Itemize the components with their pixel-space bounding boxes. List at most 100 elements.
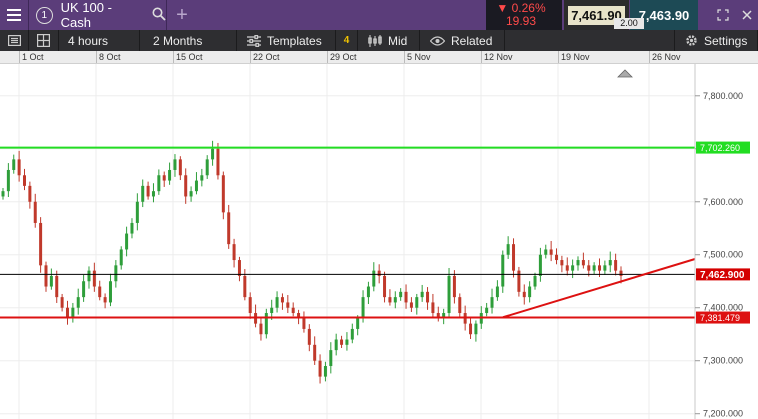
candle-body (318, 360, 322, 377)
candle-body (135, 201, 139, 223)
support-price-label: 7,381.479 (700, 313, 740, 323)
candle-body (393, 297, 397, 303)
candle-body (383, 275, 387, 298)
range-dropdown[interactable]: 2 Months (140, 30, 237, 51)
candle-body (377, 270, 381, 276)
candle-body (587, 265, 591, 271)
search-icon[interactable] (152, 7, 166, 24)
settings-button[interactable]: Settings (674, 30, 758, 51)
candle-body (501, 254, 505, 287)
sliders-icon (247, 34, 261, 47)
candle-body (130, 222, 134, 234)
price-type-label: Mid (388, 33, 408, 48)
current-price-label: 7,462.900 (700, 270, 745, 281)
candle-body (248, 297, 252, 314)
candle-body (178, 159, 182, 176)
candle-body (614, 260, 618, 271)
candle-body (592, 265, 596, 271)
candle-body (119, 249, 123, 266)
candle-body (39, 222, 43, 266)
candle-body (82, 281, 86, 298)
candle-body (12, 159, 16, 170)
related-button[interactable]: Related (420, 30, 505, 51)
plus-icon: + (176, 3, 188, 26)
date-label: 15 Oct (176, 52, 203, 62)
list-icon (7, 35, 21, 46)
candle-body (205, 159, 209, 176)
candle-body (388, 297, 392, 303)
price-chart[interactable]: 7,800.0007,700.0007,600.0007,500.0007,40… (0, 64, 758, 419)
spread-value: 2.00 (614, 18, 644, 29)
y-tick-label: 7,500.000 (703, 250, 743, 260)
candle-body (361, 297, 365, 319)
candle-body (270, 307, 274, 314)
candle-body (6, 169, 10, 192)
price-axis (695, 64, 758, 419)
candle-body (87, 270, 91, 282)
candle-body (426, 291, 430, 303)
y-tick-label: 7,800.000 (703, 91, 743, 101)
candle-body (184, 175, 188, 197)
candle-body (485, 307, 489, 314)
candle-body (232, 244, 236, 261)
eye-icon (430, 35, 445, 46)
layout-button[interactable] (29, 30, 59, 51)
templates-button[interactable]: Templates (237, 30, 336, 51)
expand-button[interactable] (712, 0, 734, 30)
candle-body (512, 244, 516, 271)
date-axis: 1 Oct 8 Oct 15 Oct 22 Oct 29 Oct 5 Nov 1… (0, 51, 758, 64)
candle-body (28, 185, 32, 202)
y-tick-label: 7,600.000 (703, 197, 743, 207)
candle-body (151, 191, 155, 197)
candle-body (452, 275, 456, 298)
candle-body (125, 233, 129, 250)
candle-body (372, 270, 376, 287)
tab-number-badge: 1 (36, 6, 53, 24)
candle-body (189, 191, 193, 197)
candle-body (528, 286, 532, 298)
candle-body (280, 297, 284, 303)
templates-label: Templates (267, 33, 322, 48)
candle-body (259, 323, 263, 335)
date-label: 1 Oct (22, 52, 44, 62)
candle-body (571, 265, 575, 271)
candle-body (603, 265, 607, 271)
date-label: 26 Nov (652, 52, 681, 62)
candle-body (33, 201, 37, 223)
candle-body (495, 286, 499, 298)
close-button[interactable] (736, 0, 758, 30)
instrument-tab[interactable]: 1 UK 100 - Cash (29, 0, 167, 30)
candle-body (313, 344, 317, 361)
y-tick-label: 7,400.000 (703, 303, 743, 313)
list-view-button[interactable] (0, 30, 29, 51)
candlestick-icon (368, 34, 382, 47)
candle-body (157, 175, 161, 192)
candle-body (221, 175, 225, 213)
candle-body (162, 175, 166, 181)
add-tab-button[interactable]: + (168, 0, 196, 30)
price-type-dropdown[interactable]: Mid (358, 30, 420, 51)
candle-body (447, 275, 451, 314)
date-label: 12 Nov (484, 52, 513, 62)
candle-body (146, 185, 150, 197)
candle-body (98, 286, 102, 298)
range-label: 2 Months (153, 33, 203, 48)
candle-body (307, 328, 311, 345)
candle-body (560, 260, 564, 266)
candle-body (458, 297, 462, 314)
candle-body (576, 260, 580, 266)
candle-body (44, 265, 48, 287)
candle-body (17, 159, 21, 176)
candle-body (227, 212, 231, 245)
interval-dropdown[interactable]: 4 hours (59, 30, 140, 51)
candle-body (286, 302, 290, 308)
candle-body (92, 270, 96, 287)
menu-button[interactable] (0, 0, 29, 30)
candle-body (549, 249, 553, 255)
candle-body (211, 148, 215, 160)
candle-body (22, 175, 26, 186)
interval-label: 4 hours (68, 33, 109, 48)
date-label: 29 Oct (330, 52, 357, 62)
buy-price: 7,463.90 (638, 7, 690, 23)
candle-body (431, 302, 435, 314)
